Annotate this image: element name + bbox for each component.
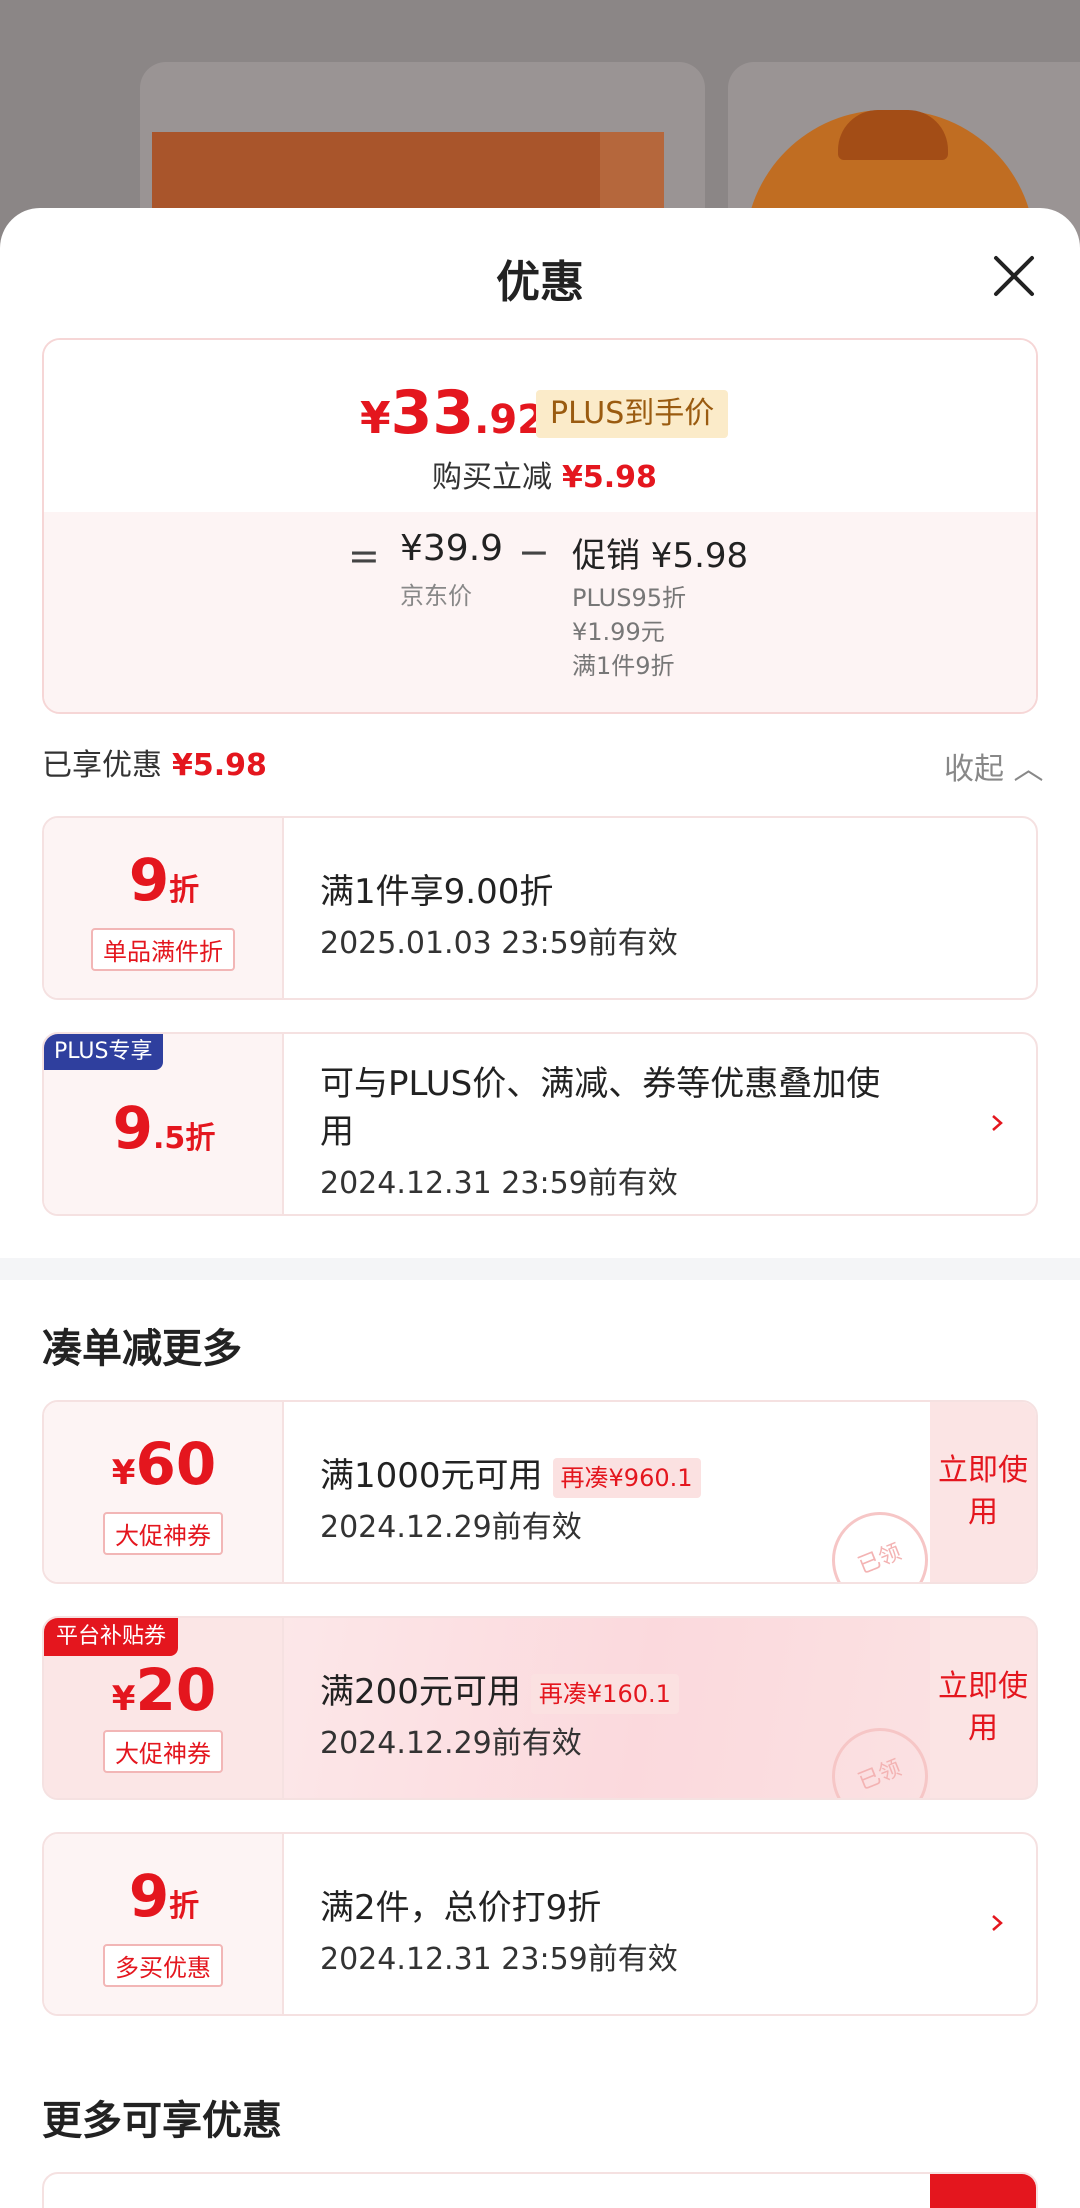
coupon-condition: 满1000元可用	[320, 1456, 543, 1496]
price-summary: ¥33.92 PLUS到手价 购买立减 ¥5.98	[44, 340, 1036, 512]
received-stamp: 已领	[817, 1497, 943, 1582]
coupon-value: 9折	[44, 1862, 284, 1930]
coupon-value: 9折	[44, 846, 284, 914]
coupon-value-unit: 折	[169, 873, 200, 908]
buy-reduce: 购买立减 ¥5.98	[432, 452, 657, 496]
coupon-value: ¥60	[44, 1430, 284, 1498]
coupon-type-tag: 大促神券	[103, 1512, 223, 1555]
coupon-card[interactable]: PLUS专享 9.5折 可与PLUS价、满减、券等优惠叠加使 用 2024.12…	[42, 1032, 1038, 1216]
coupon-title: 满2件，总价打9折	[320, 1888, 602, 1928]
close-icon	[994, 256, 1034, 296]
coupon-validity: 2024.12.29前有效	[320, 1726, 582, 1761]
equals-sign: =	[348, 534, 380, 578]
coupon-value-currency: ¥	[111, 1679, 136, 1719]
promo-detail: ¥1.99元	[572, 618, 665, 646]
sheet-title: 优惠	[496, 257, 584, 308]
coupon-value-number: 9	[128, 846, 170, 914]
add-more-tag: 再凑¥160.1	[530, 1673, 679, 1714]
coupon-type-tag: 单品满件折	[91, 928, 235, 971]
coupon-value-area: ¥60 大促神券	[44, 1402, 284, 1582]
coupon-card: 9折 单品满件折 满1件享9.00折 2025.01.03 23:59前有效	[42, 816, 1038, 1000]
coupon-card: 平台补贴券 ¥20 大促神券 满200元可用 再凑¥160.1 2024.12.2…	[42, 1616, 1038, 1800]
coupon-type-tag: 大促神券	[103, 1730, 223, 1773]
coupon-value-number: 60	[135, 1430, 217, 1498]
final-price-decimal: .92	[474, 397, 545, 443]
price-breakdown-box: ¥33.92 PLUS到手价 购买立减 ¥5.98 = ¥39.9 京东价 − 促…	[42, 338, 1038, 714]
platform-subsidy-badge: 平台补贴券	[44, 1618, 179, 1656]
coupon-type-tag: 多买优惠	[103, 1944, 223, 1987]
coupon-value-number: 9	[112, 1094, 154, 1162]
price-formula: = ¥39.9 京东价 − 促销 ¥5.98 PLUS95折 ¥1.99元 满1…	[44, 512, 1036, 712]
minus-sign: −	[518, 530, 550, 574]
jd-price: ¥39.9	[400, 528, 504, 569]
coupon-title: 满1件享9.00折	[320, 872, 554, 912]
discount-sheet: 优惠 ¥33.92 PLUS到手价 购买立减 ¥5.98 = ¥39.9 京东价 …	[0, 208, 1080, 2208]
jd-price-label: 京东价	[400, 582, 472, 610]
use-now-button[interactable]: 立即使用	[930, 1402, 1036, 1582]
coupon-value-currency: ¥	[111, 1453, 136, 1493]
buy-reduce-label: 购买立减	[432, 460, 552, 495]
chevron-right-icon	[992, 1915, 1003, 1931]
coupon-info: 满2件，总价打9折 2024.12.31 23:59前有效	[284, 1834, 1036, 2014]
coupon-value: 9.5折	[44, 1094, 284, 1162]
coupon-card[interactable]: 9折 多买优惠 满2件，总价打9折 2024.12.31 23:59前有效	[42, 1832, 1038, 2016]
enjoyed-discount: 已享优惠 ¥5.98	[42, 740, 267, 784]
coupon-action-button[interactable]	[930, 2174, 1036, 2208]
background-product-image-lid	[838, 110, 948, 160]
coupon-title: 满200元可用 再凑¥160.1	[320, 1664, 679, 1714]
section-title-more: 凑单减更多	[42, 1326, 242, 1372]
coupon-validity: 2024.12.29前有效	[320, 1510, 582, 1545]
enjoyed-label: 已享优惠	[42, 748, 162, 783]
add-more-tag: 再凑¥960.1	[552, 1457, 701, 1498]
final-price: ¥33.92	[360, 378, 545, 448]
section-divider	[0, 1258, 1080, 1280]
promo-detail: 满1件9折	[572, 652, 675, 680]
final-price-integer: 33	[390, 378, 475, 448]
coupon-card: ¥60 大促神券 满1000元可用 再凑¥960.1 2024.12.29前有效 …	[42, 1400, 1038, 1584]
chevron-right-icon	[992, 1115, 1003, 1131]
use-now-button[interactable]: 立即使用	[930, 1618, 1036, 1798]
final-price-currency: ¥	[360, 393, 391, 444]
section-title-more-benefits: 更多可享优惠	[42, 2098, 282, 2144]
coupon-condition: 满200元可用	[320, 1672, 521, 1712]
promo-total: 促销 ¥5.98	[572, 536, 749, 576]
plus-price-tag: PLUS到手价	[536, 390, 729, 438]
coupon-value-unit: 折	[169, 1889, 200, 1924]
coupon-info: 可与PLUS价、满减、券等优惠叠加使 用 2024.12.31 23:59前有效	[284, 1034, 1036, 1214]
collapse-button[interactable]: 收起 ︿	[944, 744, 1044, 788]
coupon-value-area: 9折 单品满件折	[44, 818, 284, 998]
coupon-validity: 2025.01.03 23:59前有效	[320, 926, 678, 961]
coupon-value: ¥20	[44, 1656, 284, 1724]
buy-reduce-amount: ¥5.98	[562, 460, 657, 495]
promo-detail: PLUS95折	[572, 584, 686, 612]
coupon-value-area: 平台补贴券 ¥20 大促神券	[44, 1618, 284, 1798]
close-button[interactable]	[988, 250, 1040, 302]
coupon-info: 满1件享9.00折 2025.01.03 23:59前有效	[284, 818, 1036, 998]
coupon-value-number: 9	[128, 1862, 170, 1930]
coupon-value-number: 20	[135, 1656, 217, 1724]
coupon-title: 满1000元可用 再凑¥960.1	[320, 1448, 701, 1498]
coupon-value-unit: 折	[185, 1121, 216, 1156]
coupon-validity: 2024.12.31 23:59前有效	[320, 1166, 678, 1201]
coupon-validity: 2024.12.31 23:59前有效	[320, 1942, 678, 1977]
coupon-value-area: 9折 多买优惠	[44, 1834, 284, 2014]
enjoyed-amount: ¥5.98	[172, 748, 267, 783]
plus-exclusive-badge: PLUS专享	[44, 1034, 163, 1070]
received-stamp: 已领	[817, 1713, 943, 1798]
coupon-info: 满200元可用 再凑¥160.1 2024.12.29前有效 已领 立即使用	[284, 1618, 1036, 1798]
coupon-value-decimal: .5	[153, 1121, 186, 1156]
coupon-title: 可与PLUS价、满减、券等优惠叠加使	[320, 1064, 881, 1104]
coupon-value-area: PLUS专享 9.5折	[44, 1034, 284, 1214]
coupon-info: 满1000元可用 再凑¥960.1 2024.12.29前有效 已领 立即使用	[284, 1402, 1036, 1582]
coupon-card	[42, 2172, 1038, 2208]
coupon-title-line2: 用	[320, 1112, 354, 1152]
